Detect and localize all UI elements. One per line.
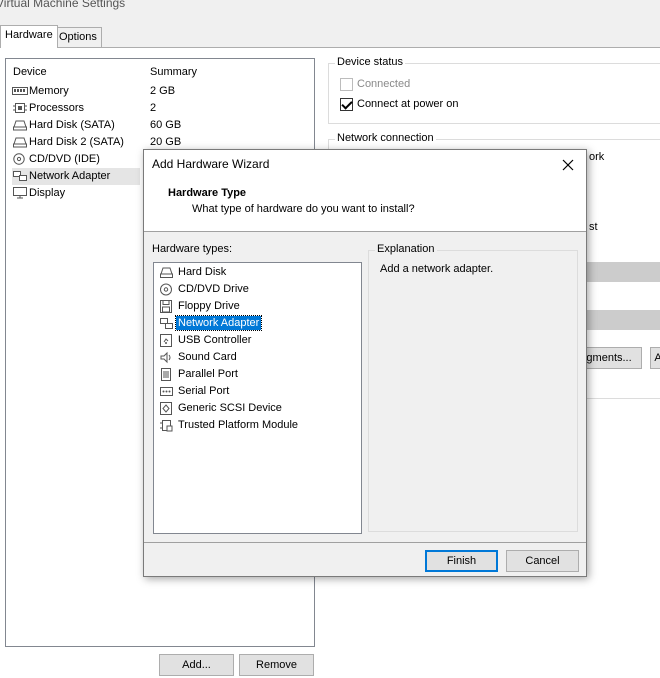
add-button[interactable]: Add... bbox=[159, 654, 234, 676]
dialog-titlebar: Add Hardware Wizard bbox=[144, 150, 586, 180]
list-item-parallel-port[interactable]: Parallel Port bbox=[159, 366, 240, 383]
advanced-button[interactable]: A bbox=[650, 347, 660, 369]
summary-column-header[interactable]: Summary bbox=[150, 66, 197, 78]
device-row-cd-dvd[interactable]: CD/DVD (IDE) bbox=[12, 151, 100, 168]
device-label: Processors bbox=[29, 102, 85, 114]
cancel-button[interactable]: Cancel bbox=[506, 550, 579, 572]
connect-at-power-on-checkbox-box[interactable] bbox=[340, 97, 353, 111]
floppy-icon bbox=[160, 299, 172, 313]
list-item-label: Sound Card bbox=[178, 351, 237, 363]
tab-options[interactable]: Options bbox=[54, 27, 102, 47]
connected-checkbox[interactable]: Connected bbox=[340, 77, 410, 92]
close-icon[interactable] bbox=[556, 153, 580, 177]
connected-checkbox-box[interactable] bbox=[340, 77, 353, 91]
network-adapter-icon bbox=[160, 317, 173, 329]
device-row-processors[interactable]: Processors bbox=[12, 100, 84, 117]
hardware-types-list[interactable]: Hard Disk CD/DVD Drive Floppy Drive Netw… bbox=[153, 262, 362, 534]
processor-icon bbox=[13, 103, 27, 114]
device-summary: 2 GB bbox=[150, 85, 176, 97]
explanation-text: Add a network adapter. bbox=[380, 263, 494, 275]
device-row-memory[interactable]: Memory bbox=[12, 83, 69, 100]
network-option-partial: st bbox=[589, 221, 598, 233]
connected-label: Connected bbox=[357, 78, 411, 90]
device-label: Network Adapter bbox=[29, 170, 111, 182]
disabled-field bbox=[587, 310, 660, 330]
network-connection-title: Network connection bbox=[335, 132, 436, 144]
network-option-partial: ork bbox=[589, 151, 605, 163]
device-summary: 2 bbox=[150, 102, 157, 114]
scsi-icon bbox=[160, 401, 172, 415]
device-label: Hard Disk (SATA) bbox=[29, 119, 115, 131]
list-item-network-adapter[interactable]: Network Adapter bbox=[159, 315, 263, 332]
list-item-label: CD/DVD Drive bbox=[178, 283, 249, 295]
list-item-hard-disk[interactable]: Hard Disk bbox=[159, 264, 228, 281]
cd-dvd-icon bbox=[13, 153, 25, 165]
list-item-sound-card[interactable]: Sound Card bbox=[159, 349, 239, 366]
device-row-hard-disk[interactable]: Hard Disk (SATA) bbox=[12, 117, 115, 134]
device-row-display[interactable]: Display bbox=[12, 185, 65, 202]
list-item-trusted-platform-module[interactable]: Trusted Platform Module bbox=[159, 417, 300, 434]
tab-hardware[interactable]: Hardware bbox=[0, 25, 58, 48]
dialog-title: Add Hardware Wizard bbox=[152, 157, 270, 171]
list-item-label: Trusted Platform Module bbox=[178, 419, 299, 431]
list-item-serial-port[interactable]: Serial Port bbox=[159, 383, 231, 400]
wizard-step-subtitle: What type of hardware do you want to ins… bbox=[192, 203, 415, 215]
list-item-generic-scsi-device[interactable]: Generic SCSI Device bbox=[159, 400, 284, 417]
device-row-network-adapter[interactable]: Network Adapter bbox=[12, 168, 140, 185]
device-label: Display bbox=[29, 187, 66, 199]
explanation-title: Explanation bbox=[375, 243, 437, 255]
cd-dvd-icon bbox=[160, 283, 172, 296]
list-item-label: Hard Disk bbox=[178, 266, 227, 278]
device-column-header[interactable]: Device bbox=[13, 66, 47, 78]
connect-at-power-on-label: Connect at power on bbox=[357, 98, 459, 110]
hard-disk-icon bbox=[13, 137, 27, 148]
disabled-field bbox=[587, 262, 660, 282]
list-item-floppy-drive[interactable]: Floppy Drive bbox=[159, 298, 242, 315]
serial-port-icon bbox=[160, 386, 173, 396]
close-button[interactable] bbox=[556, 153, 580, 177]
device-summary: 60 GB bbox=[150, 119, 182, 131]
device-status-title: Device status bbox=[335, 56, 406, 68]
hard-disk-icon bbox=[160, 267, 173, 278]
wizard-step-title: Hardware Type bbox=[168, 187, 247, 199]
device-row-hard-disk-2[interactable]: Hard Disk 2 (SATA) bbox=[12, 134, 124, 151]
hardware-types-label: Hardware types: bbox=[152, 243, 233, 255]
list-item-usb-controller[interactable]: USB Controller bbox=[159, 332, 253, 349]
display-icon bbox=[13, 187, 27, 199]
device-label: Hard Disk 2 (SATA) bbox=[29, 136, 124, 148]
list-item-label: Floppy Drive bbox=[178, 300, 240, 312]
remove-button[interactable]: Remove bbox=[239, 654, 314, 676]
parallel-port-icon bbox=[161, 367, 171, 381]
usb-icon bbox=[160, 333, 172, 347]
device-label: CD/DVD (IDE) bbox=[29, 153, 100, 165]
dialog-separator bbox=[144, 542, 586, 543]
wizard-header: Hardware Type What type of hardware do y… bbox=[144, 180, 586, 232]
device-status-group: Device status bbox=[328, 56, 660, 124]
explanation-group: Explanation Add a network adapter. bbox=[368, 243, 578, 532]
hard-disk-icon bbox=[13, 120, 27, 131]
list-item-label: Serial Port bbox=[178, 385, 230, 397]
list-item-label: Network Adapter bbox=[174, 315, 263, 331]
device-label: Memory bbox=[29, 85, 69, 97]
sound-icon bbox=[160, 351, 171, 363]
tpm-icon bbox=[160, 419, 173, 432]
list-item-label: Parallel Port bbox=[178, 368, 238, 380]
list-item-label: USB Controller bbox=[178, 334, 252, 346]
connect-at-power-on-checkbox[interactable]: Connect at power on bbox=[340, 97, 459, 112]
finish-button[interactable]: Finish bbox=[425, 550, 498, 572]
list-item-label: Generic SCSI Device bbox=[178, 402, 282, 414]
add-hardware-wizard-dialog: Add Hardware Wizard Hardware Type What t… bbox=[143, 149, 587, 577]
memory-icon bbox=[12, 87, 28, 96]
window-title: Virtual Machine Settings bbox=[0, 0, 126, 10]
list-item-cd-dvd-drive[interactable]: CD/DVD Drive bbox=[159, 281, 251, 298]
network-adapter-icon bbox=[13, 171, 27, 182]
